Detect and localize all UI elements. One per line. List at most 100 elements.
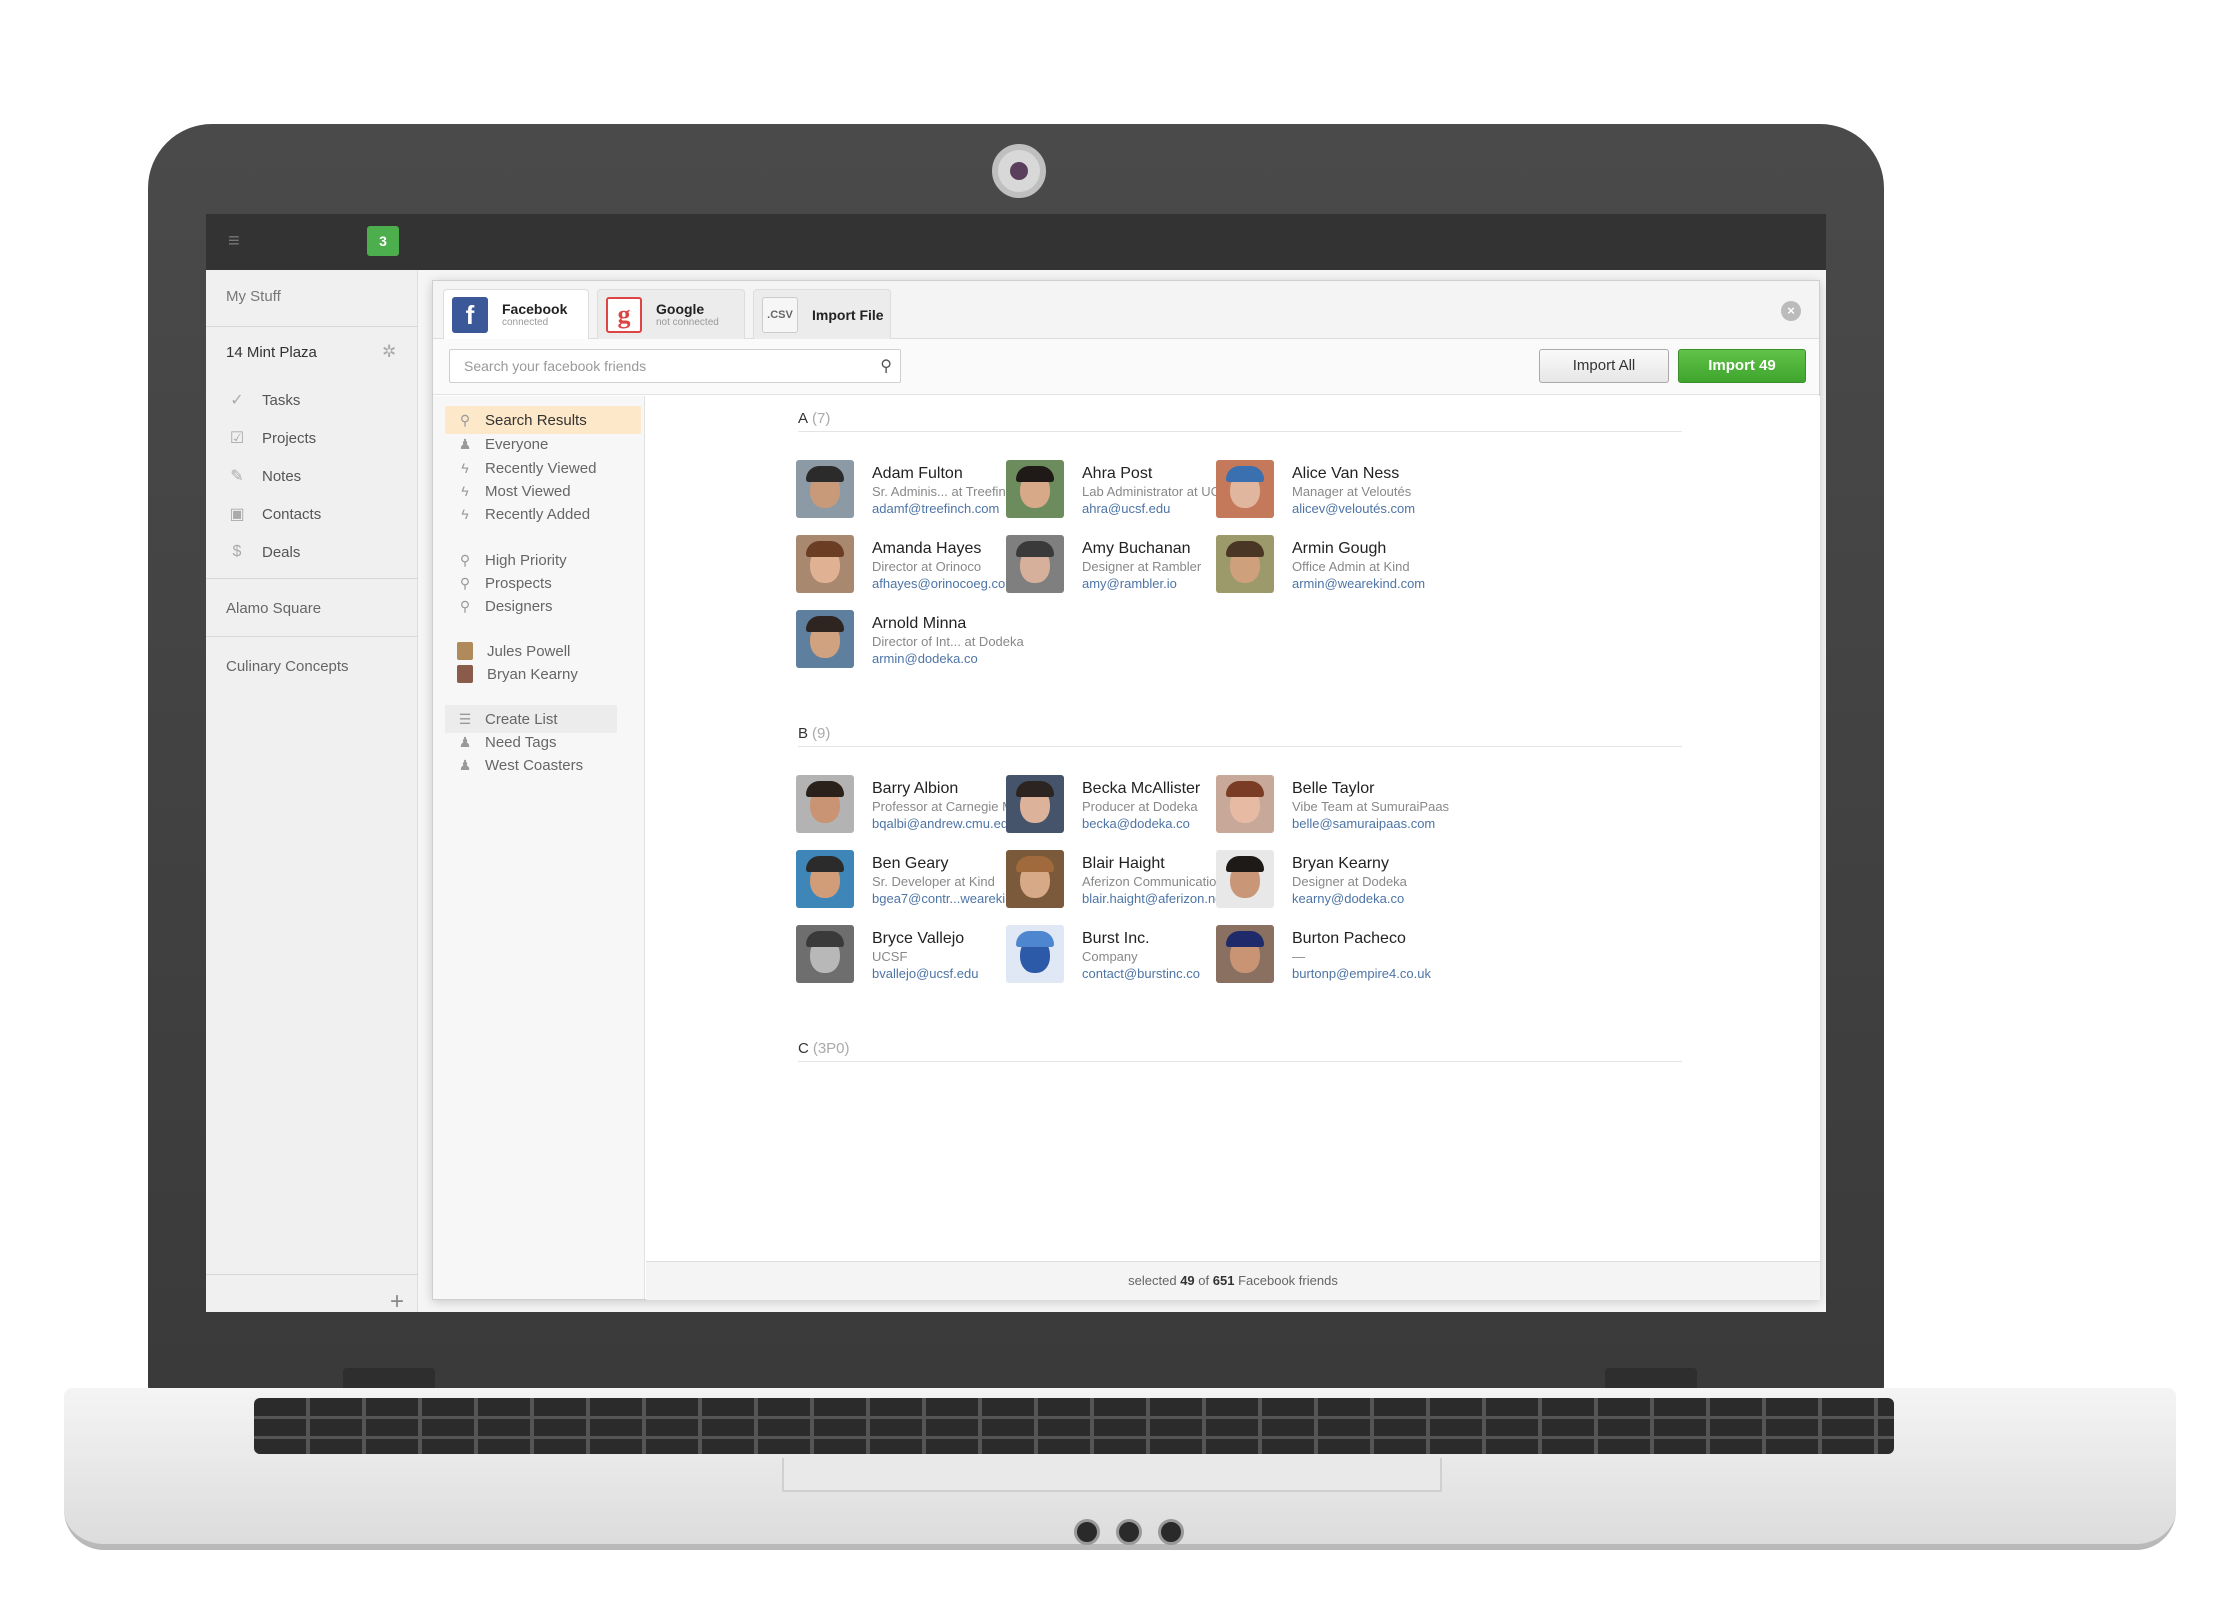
notification-badge[interactable]: 3 bbox=[367, 226, 399, 256]
hinge-right bbox=[1605, 1368, 1697, 1390]
contact-title: Sr. Adminis... at Treefinch bbox=[872, 484, 1020, 499]
avatar-hair bbox=[1226, 466, 1264, 482]
section-header: C (3P0) bbox=[798, 1040, 1682, 1062]
avatar bbox=[1006, 850, 1064, 908]
contact-email[interactable]: belle@samuraipaas.com bbox=[1292, 816, 1435, 831]
avatar bbox=[1006, 775, 1064, 833]
contact-email[interactable]: bvallejo@ucsf.edu bbox=[872, 966, 978, 981]
screen: ≡ 3 My Stuff 14 Mint Plaza ✲ ✓ Tasks ☑ Pro… bbox=[206, 214, 1826, 1312]
gear-icon[interactable]: ✲ bbox=[382, 342, 396, 362]
hamburger-menu-icon[interactable]: ≡ bbox=[228, 231, 246, 251]
avatar-hair bbox=[806, 856, 844, 872]
contact-title: Vibe Team at SumuraiPaas bbox=[1292, 799, 1450, 814]
contact-email[interactable]: amy@rambler.io bbox=[1082, 576, 1177, 591]
filter-list-west-coasters[interactable]: ♟ West Coasters bbox=[445, 751, 641, 779]
contact-name: Barry Albion bbox=[872, 780, 959, 797]
contact-name: Becka McAllister bbox=[1082, 780, 1201, 797]
google-logo-icon: g bbox=[606, 296, 642, 333]
contact-title: Company bbox=[1082, 949, 1138, 964]
sidebar-item-deals[interactable]: $ Deals bbox=[226, 540, 301, 564]
avatar-hair bbox=[1226, 541, 1264, 557]
sidebar-item-projects[interactable]: ☑ Projects bbox=[226, 426, 316, 450]
contact-name: Amy Buchanan bbox=[1082, 540, 1191, 557]
contact-title: Sr. Developer at Kind bbox=[872, 874, 995, 889]
section-header: A (7) bbox=[798, 410, 1682, 432]
avatar-hair bbox=[806, 616, 844, 632]
contact-email[interactable]: ahra@ucsf.edu bbox=[1082, 501, 1170, 516]
tab-google[interactable]: g Google not connected bbox=[597, 289, 745, 339]
divider bbox=[206, 326, 418, 327]
contact-email[interactable]: armin@dodeka.co bbox=[872, 651, 978, 666]
filter-recently-added[interactable]: ϟ Recently Added bbox=[445, 500, 641, 528]
contact-email[interactable]: becka@dodeka.co bbox=[1082, 816, 1190, 831]
avatar-hair bbox=[1016, 466, 1054, 482]
avatar bbox=[796, 460, 854, 518]
modal-toolbar: ⚲ Import All Import 49 bbox=[433, 339, 1819, 395]
tab-facebook[interactable]: f Facebook connected bbox=[443, 289, 589, 340]
contact-card[interactable]: Armin Gough Office Admin at Kind armin@wea… bbox=[1216, 535, 1516, 597]
sidebar-group-culinary-concepts[interactable]: Culinary Concepts bbox=[226, 658, 349, 675]
avatar bbox=[1216, 850, 1274, 908]
import-selected-button[interactable]: Import 49 bbox=[1678, 349, 1806, 383]
foot-icon bbox=[1074, 1519, 1100, 1545]
contact-title: Producer at Dodeka bbox=[1082, 799, 1198, 814]
close-icon[interactable]: × bbox=[1781, 301, 1801, 321]
contact-email[interactable]: contact@burstinc.co bbox=[1082, 966, 1200, 981]
contact-email[interactable]: alicev@veloutés.com bbox=[1292, 501, 1415, 516]
contact-email[interactable]: burtonp@empire4.co.uk bbox=[1292, 966, 1431, 981]
project-name[interactable]: 14 Mint Plaza bbox=[226, 344, 317, 361]
lightning-icon: ϟ bbox=[461, 483, 469, 499]
avatar-hair bbox=[1226, 781, 1264, 797]
contact-email[interactable]: afhayes@orinocoeg.com bbox=[872, 576, 1016, 591]
avatar bbox=[1006, 925, 1064, 983]
contact-card[interactable]: Belle Taylor Vibe Team at SumuraiPaas bell… bbox=[1216, 775, 1516, 837]
filter-designers[interactable]: ⚲ Designers bbox=[445, 592, 641, 620]
avatar-hair bbox=[1016, 541, 1054, 557]
contact-card[interactable]: Alice Van Ness Manager at Veloutés alicev@… bbox=[1216, 460, 1516, 522]
contact-title: Designer at Rambler bbox=[1082, 559, 1202, 574]
sidebar-item-contacts[interactable]: ▣ Contacts bbox=[226, 502, 321, 526]
divider bbox=[206, 636, 418, 637]
search-box: ⚲ bbox=[449, 349, 901, 383]
import-all-button[interactable]: Import All bbox=[1539, 349, 1669, 383]
foot-icon bbox=[1158, 1519, 1184, 1545]
contact-email[interactable]: armin@wearekind.com bbox=[1292, 576, 1425, 591]
tab-import-file[interactable]: .CSV Import File bbox=[753, 289, 891, 339]
contact-email[interactable]: adamf@treefinch.com bbox=[872, 501, 999, 516]
search-input[interactable] bbox=[450, 350, 860, 382]
contact-email[interactable]: bqalbi@andrew.cmu.edu bbox=[872, 816, 1015, 831]
facebook-logo-icon: f bbox=[452, 297, 488, 333]
avatar bbox=[796, 535, 854, 593]
avatar bbox=[1216, 925, 1274, 983]
sidebar-item-tasks[interactable]: ✓ Tasks bbox=[226, 388, 300, 412]
avatar bbox=[796, 850, 854, 908]
contact-title: Aferizon Communications bbox=[1082, 874, 1231, 889]
add-icon[interactable]: + bbox=[390, 1288, 404, 1312]
contact-name: Belle Taylor bbox=[1292, 780, 1375, 797]
contact-email[interactable]: blair.haight@aferizon.net bbox=[1082, 891, 1226, 906]
divider bbox=[206, 1274, 418, 1275]
contact-card[interactable]: Arnold Minna Director of Int... at Dodeka… bbox=[796, 610, 1096, 672]
sidebar-item-notes[interactable]: ✎ Notes bbox=[226, 464, 301, 488]
people-icon: ♟ bbox=[458, 435, 472, 452]
search-icon: ⚲ bbox=[459, 411, 471, 428]
sidebar-title[interactable]: My Stuff bbox=[226, 288, 281, 305]
check-icon: ✓ bbox=[230, 392, 244, 409]
contact-email[interactable]: kearny@dodeka.co bbox=[1292, 891, 1404, 906]
avatar bbox=[1006, 535, 1064, 593]
app-topbar: ≡ 3 bbox=[206, 214, 1826, 270]
people-icon: ♟ bbox=[458, 733, 472, 750]
contact-card[interactable]: Bryan Kearny Designer at Dodeka kearny@dod… bbox=[1216, 850, 1516, 912]
search-icon[interactable]: ⚲ bbox=[880, 356, 892, 376]
avatar bbox=[1216, 775, 1274, 833]
section-header: B (9) bbox=[798, 725, 1682, 747]
contact-name: Ben Geary bbox=[872, 855, 949, 872]
contact-name: Bryan Kearny bbox=[1292, 855, 1389, 872]
search-icon: ⚲ bbox=[459, 597, 471, 614]
contact-card[interactable]: Burton Pacheco — burtonp@empire4.co.uk bbox=[1216, 925, 1516, 987]
sidebar-group-alamo-square[interactable]: Alamo Square bbox=[226, 600, 321, 617]
filter-person-bryan-kearny[interactable]: Bryan Kearny bbox=[445, 660, 641, 688]
contact-name: Amanda Hayes bbox=[872, 540, 982, 557]
trackpad bbox=[782, 1458, 1442, 1492]
pencil-icon: ✎ bbox=[230, 468, 244, 485]
